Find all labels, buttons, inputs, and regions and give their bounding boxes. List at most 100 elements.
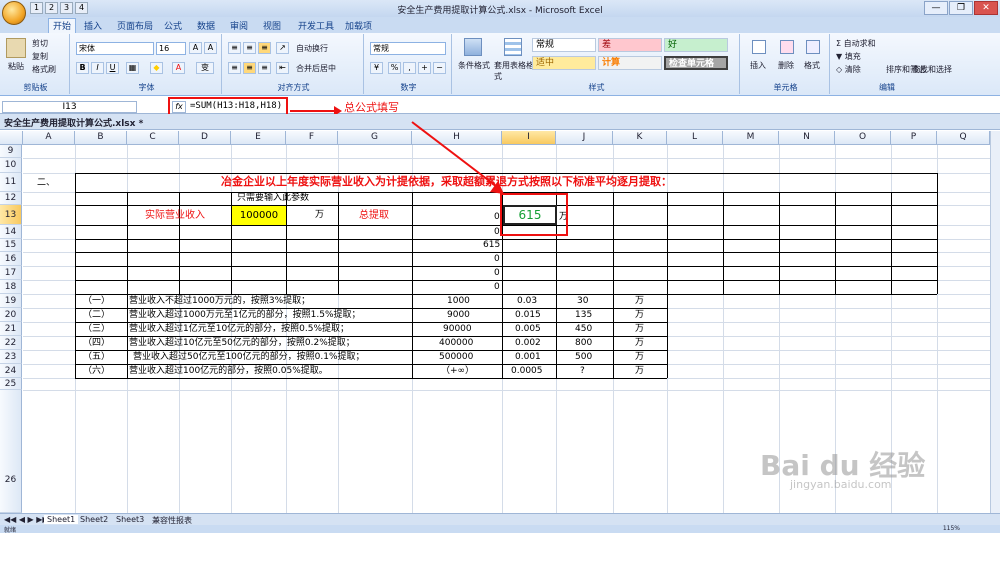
currency-icon[interactable]: ¥: [370, 62, 383, 74]
tab-page-layout[interactable]: 页面布局: [117, 19, 153, 32]
font-name-select[interactable]: 宋体: [76, 42, 154, 55]
col-header-g[interactable]: G: [338, 131, 412, 145]
align-top-icon[interactable]: ≡: [228, 42, 241, 54]
qat-item-1[interactable]: 1: [30, 2, 43, 14]
col-header-b[interactable]: B: [75, 131, 127, 145]
style-bad[interactable]: 差: [598, 38, 662, 52]
col-header-f[interactable]: F: [286, 131, 338, 145]
row-header-23[interactable]: 23: [0, 350, 22, 364]
tab-formulas[interactable]: 公式: [164, 19, 182, 32]
fill-button[interactable]: ▼ 填充: [836, 51, 861, 62]
col-header-a[interactable]: A: [23, 131, 75, 145]
tab-addins[interactable]: 加载项: [345, 19, 372, 32]
name-box[interactable]: I13: [2, 101, 137, 113]
format-painter-button[interactable]: 格式刷: [32, 64, 56, 75]
maximize-button[interactable]: ❐: [949, 1, 973, 15]
autosum-button[interactable]: Σ 自动求和: [836, 38, 876, 49]
row-header-15[interactable]: 15: [0, 239, 22, 252]
col-header-c[interactable]: C: [127, 131, 179, 145]
col-header-q[interactable]: Q: [937, 131, 990, 145]
style-neutral[interactable]: 适中: [532, 56, 596, 70]
col-header-n[interactable]: N: [779, 131, 835, 145]
cut-button[interactable]: 剪切: [32, 38, 48, 49]
fill-color-icon[interactable]: ◆: [150, 62, 163, 74]
align-left-icon[interactable]: ≡: [228, 62, 241, 74]
sheet-tab-sheet2[interactable]: Sheet2: [80, 515, 108, 524]
revenue-input-cell[interactable]: 100000: [232, 206, 286, 225]
insert-button[interactable]: 插入: [750, 60, 766, 71]
row-header-17[interactable]: 17: [0, 266, 22, 280]
align-center-icon[interactable]: ≡: [243, 62, 256, 74]
merge-center-button[interactable]: 合并后居中: [296, 63, 336, 74]
italic-button[interactable]: I: [91, 62, 104, 74]
font-size-select[interactable]: 16: [156, 42, 186, 55]
style-good[interactable]: 好: [664, 38, 728, 52]
workbook-tab-title[interactable]: 安全生产费用提取计算公式.xlsx *: [4, 116, 143, 129]
copy-button[interactable]: 复制: [32, 51, 48, 62]
border-icon[interactable]: ▦: [126, 62, 139, 74]
col-header-m[interactable]: M: [723, 131, 779, 145]
row-header-11[interactable]: 11: [0, 173, 22, 192]
decrease-decimal-icon[interactable]: −: [433, 62, 446, 74]
row-header-9[interactable]: 9: [0, 145, 22, 158]
style-check-cell[interactable]: 检查单元格: [664, 56, 728, 70]
col-header-k[interactable]: K: [613, 131, 667, 145]
col-header-i[interactable]: I: [502, 131, 556, 145]
tab-review[interactable]: 审阅: [230, 19, 248, 32]
tab-developer[interactable]: 开发工具: [298, 19, 334, 32]
tab-view[interactable]: 视图: [263, 19, 281, 32]
align-right-icon[interactable]: ≡: [258, 62, 271, 74]
col-header-j[interactable]: J: [556, 131, 613, 145]
bold-button[interactable]: B: [76, 62, 89, 74]
sheet-tab-sheet3[interactable]: Sheet3: [116, 515, 144, 524]
style-normal[interactable]: 常规: [532, 38, 596, 52]
close-button[interactable]: ✕: [974, 1, 998, 15]
clear-button[interactable]: ◇ 清除: [836, 64, 861, 75]
row-header-18[interactable]: 18: [0, 280, 22, 294]
find-select-button[interactable]: 查找和选择: [912, 64, 952, 75]
indent-icon[interactable]: ⇤: [276, 62, 289, 74]
row-header-20[interactable]: 20: [0, 308, 22, 322]
percent-button[interactable]: %: [388, 62, 401, 74]
underline-button[interactable]: U: [106, 62, 119, 74]
grow-font-button[interactable]: A: [189, 42, 202, 54]
row-header-25[interactable]: 25: [0, 378, 22, 390]
minimize-button[interactable]: —: [924, 1, 948, 15]
row-header-14[interactable]: 14: [0, 225, 22, 239]
row-header-21[interactable]: 21: [0, 322, 22, 336]
paste-button[interactable]: 粘贴: [8, 61, 24, 72]
col-header-l[interactable]: L: [667, 131, 723, 145]
col-header-p[interactable]: P: [891, 131, 937, 145]
row-header-26[interactable]: 26: [0, 390, 22, 513]
row-header-12[interactable]: 12: [0, 192, 22, 205]
phonetic-button[interactable]: 变: [196, 62, 214, 74]
row-header-24[interactable]: 24: [0, 364, 22, 378]
comma-button[interactable]: ,: [403, 62, 416, 74]
row-header-10[interactable]: 10: [0, 158, 22, 173]
office-button[interactable]: [2, 1, 26, 25]
format-button[interactable]: 格式: [804, 60, 820, 71]
number-format-select[interactable]: 常规: [370, 42, 446, 55]
select-all[interactable]: [0, 131, 23, 145]
row-header-19[interactable]: 19: [0, 294, 22, 308]
tab-data[interactable]: 数据: [197, 19, 215, 32]
style-calculation[interactable]: 计算: [598, 56, 662, 70]
conditional-format-button[interactable]: 条件格式: [458, 60, 490, 71]
vertical-scrollbar[interactable]: [990, 131, 1000, 513]
col-header-d[interactable]: D: [179, 131, 231, 145]
orientation-icon[interactable]: ↗: [276, 42, 289, 54]
qat-item-4[interactable]: 4: [75, 2, 88, 14]
delete-button[interactable]: 删除: [778, 60, 794, 71]
tab-home[interactable]: 开始: [48, 18, 77, 33]
row-header-13[interactable]: 13: [0, 205, 22, 225]
tab-insert[interactable]: 插入: [84, 19, 102, 32]
qat-item-2[interactable]: 2: [45, 2, 58, 14]
zoom-level[interactable]: 115%: [943, 525, 960, 532]
col-header-o[interactable]: O: [835, 131, 891, 145]
align-middle-icon[interactable]: ≡: [243, 42, 256, 54]
shrink-font-button[interactable]: A: [204, 42, 217, 54]
sheet-nav-icon[interactable]: ◀◀ ◀ ▶ ▶▶: [4, 515, 49, 524]
font-color-icon[interactable]: A: [172, 62, 185, 74]
col-header-e[interactable]: E: [231, 131, 286, 145]
format-as-table-button[interactable]: 套用表格格式: [494, 60, 534, 82]
